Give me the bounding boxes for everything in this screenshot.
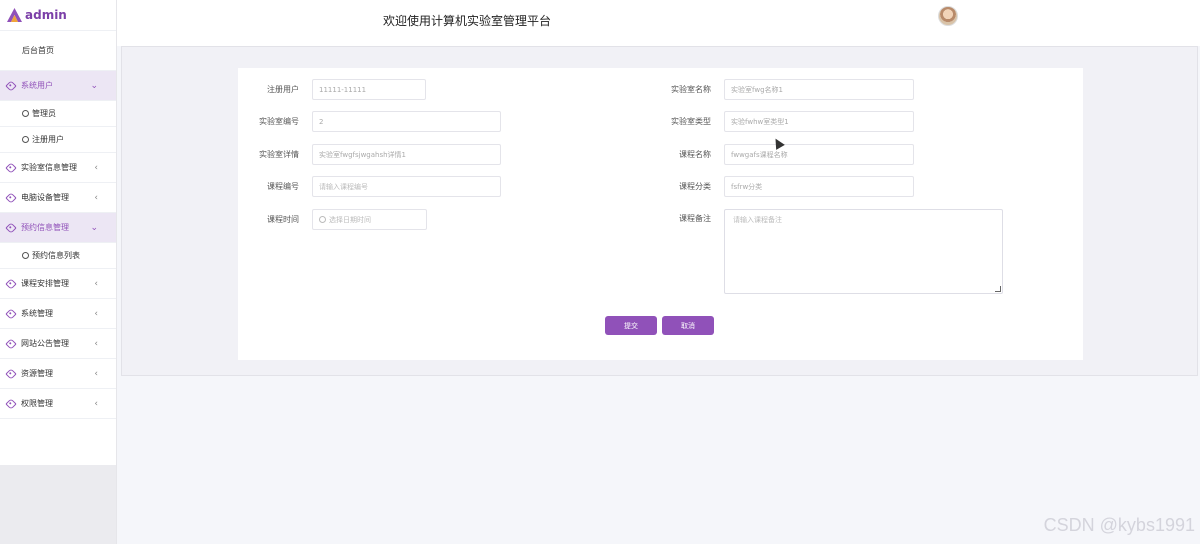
- sidebar-item-permissions[interactable]: 权限管理 ‹: [0, 389, 116, 419]
- sidebar-item-course-schedule[interactable]: 课程安排管理 ‹: [0, 269, 116, 299]
- sidebar-item-reservations[interactable]: 预约信息管理 ⌄: [0, 213, 116, 243]
- chevron-left-icon: ‹: [94, 308, 98, 319]
- sidebar: admin 后台首页 系统用户 ⌄ 管理员 注册用户 实验室信息管理 ‹ 电脑设…: [0, 0, 117, 544]
- tag-icon: [5, 161, 17, 174]
- field-course-name: 课程名称 fwwgafs课程名称: [679, 144, 914, 165]
- sidebar-item-label: 实验室信息管理: [21, 163, 77, 172]
- lab-detail-input[interactable]: 实验室fwgfsjwgahsh详情1: [312, 144, 501, 165]
- field-course-no: 课程编号 请输入课程编号: [267, 176, 501, 197]
- sidebar-subitem-admin[interactable]: 管理员: [0, 101, 116, 127]
- chevron-down-icon: ⌄: [90, 222, 98, 233]
- course-name-input[interactable]: fwwgafs课程名称: [724, 144, 914, 165]
- tag-icon: [5, 367, 17, 380]
- sidebar-item-label: 系统管理: [21, 309, 53, 318]
- field-label: 实验室类型: [671, 117, 711, 126]
- chevron-left-icon: ‹: [94, 338, 98, 349]
- lab-type-input[interactable]: 实验fwhw室类型1: [724, 111, 914, 132]
- sidebar-item-home[interactable]: 后台首页: [0, 31, 116, 71]
- tag-icon: [5, 307, 17, 320]
- field-label: 课程备注: [679, 214, 711, 223]
- sidebar-subitem-registered-users[interactable]: 注册用户: [0, 127, 116, 153]
- field-label: 课程名称: [679, 150, 711, 159]
- sidebar-item-announcements[interactable]: 网站公告管理 ‹: [0, 329, 116, 359]
- logo-text: admin: [25, 8, 67, 22]
- sidebar-menu: 后台首页 系统用户 ⌄ 管理员 注册用户 实验室信息管理 ‹ 电脑设备管理 ‹ …: [0, 31, 116, 419]
- field-label: 注册用户: [267, 85, 299, 94]
- clock-icon: [319, 216, 326, 223]
- tag-icon: [5, 277, 17, 290]
- field-course-time: 课程时间 选择日期时间: [267, 209, 427, 230]
- sidebar-item-label: 权限管理: [21, 399, 53, 408]
- sidebar-item-label: 预约信息管理: [21, 223, 69, 232]
- field-label: 课程分类: [679, 182, 711, 191]
- field-course-remark: 课程备注 请输入课程备注: [679, 209, 1003, 294]
- course-remark-placeholder: 请输入课程备注: [733, 216, 782, 224]
- watermark: CSDN @kybs1991: [1043, 515, 1195, 535]
- resize-grip-icon[interactable]: [995, 286, 1001, 292]
- page-title: 欢迎使用计算机实验室管理平台: [383, 14, 552, 28]
- field-label: 课程编号: [267, 182, 299, 191]
- course-form: 注册用户 11111-11111 实验室编号 2 实验室详情 实验室fwgfsj…: [238, 68, 1083, 360]
- logo[interactable]: admin: [0, 0, 116, 31]
- field-lab-detail: 实验室详情 实验室fwgfsjwgahsh详情1: [259, 144, 501, 165]
- lab-name-input[interactable]: 实验室fwg名称1: [724, 79, 914, 100]
- register-user-input[interactable]: 11111-11111: [312, 79, 426, 100]
- chevron-left-icon: ‹: [94, 192, 98, 203]
- chevron-left-icon: ‹: [94, 398, 98, 409]
- app-root: admin 后台首页 系统用户 ⌄ 管理员 注册用户 实验室信息管理 ‹ 电脑设…: [0, 0, 1200, 544]
- sidebar-item-label: 资源管理: [21, 369, 53, 378]
- tag-icon: [5, 191, 17, 204]
- sidebar-subitem-reservation-list[interactable]: 预约信息列表: [0, 243, 116, 269]
- course-remark-textarea[interactable]: 请输入课程备注: [724, 209, 1003, 294]
- sidebar-item-label: 系统用户: [21, 81, 53, 90]
- avatar[interactable]: [938, 6, 958, 26]
- sidebar-item-lab-info[interactable]: 实验室信息管理 ‹: [0, 153, 116, 183]
- lab-no-input[interactable]: 2: [312, 111, 501, 132]
- submit-button[interactable]: 提交: [605, 316, 657, 335]
- tag-icon: [5, 79, 17, 92]
- sidebar-item-label: 网站公告管理: [21, 339, 69, 348]
- sidebar-item-label: 后台首页: [22, 46, 54, 55]
- tag-icon: [5, 397, 17, 410]
- field-label: 课程时间: [267, 215, 299, 224]
- sidebar-subitem-label: 预约信息列表: [32, 251, 80, 260]
- field-label: 实验室名称: [671, 85, 711, 94]
- sidebar-item-label: 电脑设备管理: [21, 193, 69, 202]
- course-category-input[interactable]: fsfrw分类: [724, 176, 914, 197]
- field-label: 实验室详情: [259, 150, 299, 159]
- chevron-left-icon: ‹: [94, 162, 98, 173]
- field-lab-no: 实验室编号 2: [259, 111, 501, 132]
- sidebar-item-resources[interactable]: 资源管理 ‹: [0, 359, 116, 389]
- field-course-category: 课程分类 fsfrw分类: [679, 176, 914, 197]
- circle-check-icon: [22, 136, 29, 143]
- chevron-left-icon: ‹: [94, 368, 98, 379]
- course-no-input[interactable]: 请输入课程编号: [312, 176, 501, 197]
- sidebar-item-system-users[interactable]: 系统用户 ⌄: [0, 71, 116, 101]
- field-label: 实验室编号: [259, 117, 299, 126]
- tag-icon: [5, 337, 17, 350]
- field-lab-type: 实验室类型 实验fwhw室类型1: [671, 111, 914, 132]
- field-register-user: 注册用户 11111-11111: [267, 79, 426, 100]
- chevron-left-icon: ‹: [94, 278, 98, 289]
- sidebar-item-label: 课程安排管理: [21, 279, 69, 288]
- main-content: 注册用户 11111-11111 实验室编号 2 实验室详情 实验室fwgfsj…: [121, 46, 1198, 376]
- chevron-down-icon: ⌄: [90, 80, 98, 91]
- course-time-picker[interactable]: 选择日期时间: [312, 209, 427, 230]
- sidebar-subitem-label: 注册用户: [32, 135, 64, 144]
- sidebar-subitem-label: 管理员: [32, 109, 56, 118]
- cancel-button[interactable]: 取消: [662, 316, 714, 335]
- top-header: 欢迎使用计算机实验室管理平台: [117, 0, 1200, 46]
- course-time-placeholder: 选择日期时间: [329, 215, 371, 224]
- field-lab-name: 实验室名称 实验室fwg名称1: [671, 79, 914, 100]
- sidebar-item-system[interactable]: 系统管理 ‹: [0, 299, 116, 329]
- logo-icon: [7, 8, 22, 22]
- circle-check-icon: [22, 252, 29, 259]
- sidebar-item-computer-devices[interactable]: 电脑设备管理 ‹: [0, 183, 116, 213]
- circle-check-icon: [22, 110, 29, 117]
- tag-icon: [5, 221, 17, 234]
